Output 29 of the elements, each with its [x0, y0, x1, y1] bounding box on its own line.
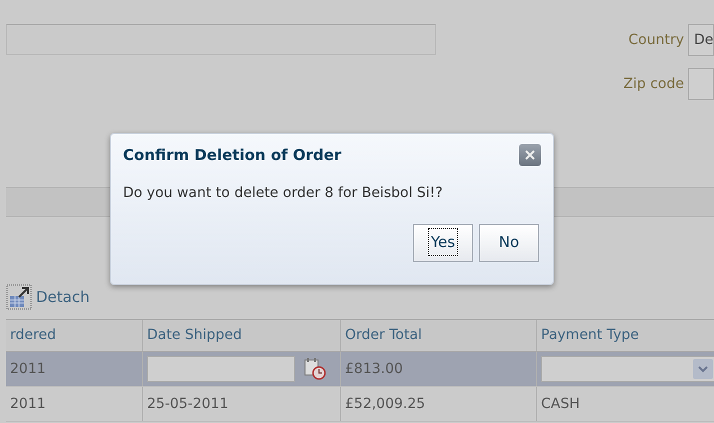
- dialog-button[interactable]: Yes: [413, 224, 473, 262]
- table-row[interactable]: 2011 25-05-2011 £52,009.25 CASH: [6, 387, 714, 422]
- table-cell: 25-05-2011: [142, 387, 340, 421]
- table-row[interactable]: 2011 £813.00: [6, 352, 714, 387]
- text-field[interactable]: [6, 24, 436, 55]
- payment-select[interactable]: [541, 356, 714, 382]
- date-field[interactable]: [147, 356, 295, 382]
- chevron-down-icon: [693, 359, 713, 379]
- close-icon: [524, 149, 536, 162]
- field-label: Zip code: [623, 74, 684, 94]
- close-button[interactable]: [519, 144, 541, 166]
- detach-icon[interactable]: [6, 284, 32, 310]
- zip-code-field[interactable]: [688, 68, 714, 100]
- detach-link[interactable]: Detach: [36, 286, 90, 308]
- calendar-clock-icon[interactable]: [303, 357, 327, 381]
- table-cell: £813.00: [340, 352, 536, 386]
- table-cell: £52,009.25: [340, 387, 536, 421]
- country-field[interactable]: De: [688, 24, 714, 56]
- column-header[interactable]: rdered: [6, 320, 142, 351]
- table-cell: CASH: [536, 387, 714, 421]
- table-cell-text: 2011: [9, 394, 47, 414]
- dialog-button[interactable]: No: [479, 224, 539, 262]
- column-header[interactable]: Order Total: [340, 320, 536, 351]
- dialog-title: Confirm Deletion of Order: [123, 145, 342, 166]
- table-cell-text: 2011: [9, 360, 47, 378]
- field-label: Country: [628, 30, 684, 50]
- dialog-message: Do you want to delete order 8 for Beisbol Si!?: [123, 184, 444, 202]
- column-header[interactable]: Date Shipped: [142, 320, 340, 351]
- column-header[interactable]: Payment Type: [536, 320, 714, 351]
